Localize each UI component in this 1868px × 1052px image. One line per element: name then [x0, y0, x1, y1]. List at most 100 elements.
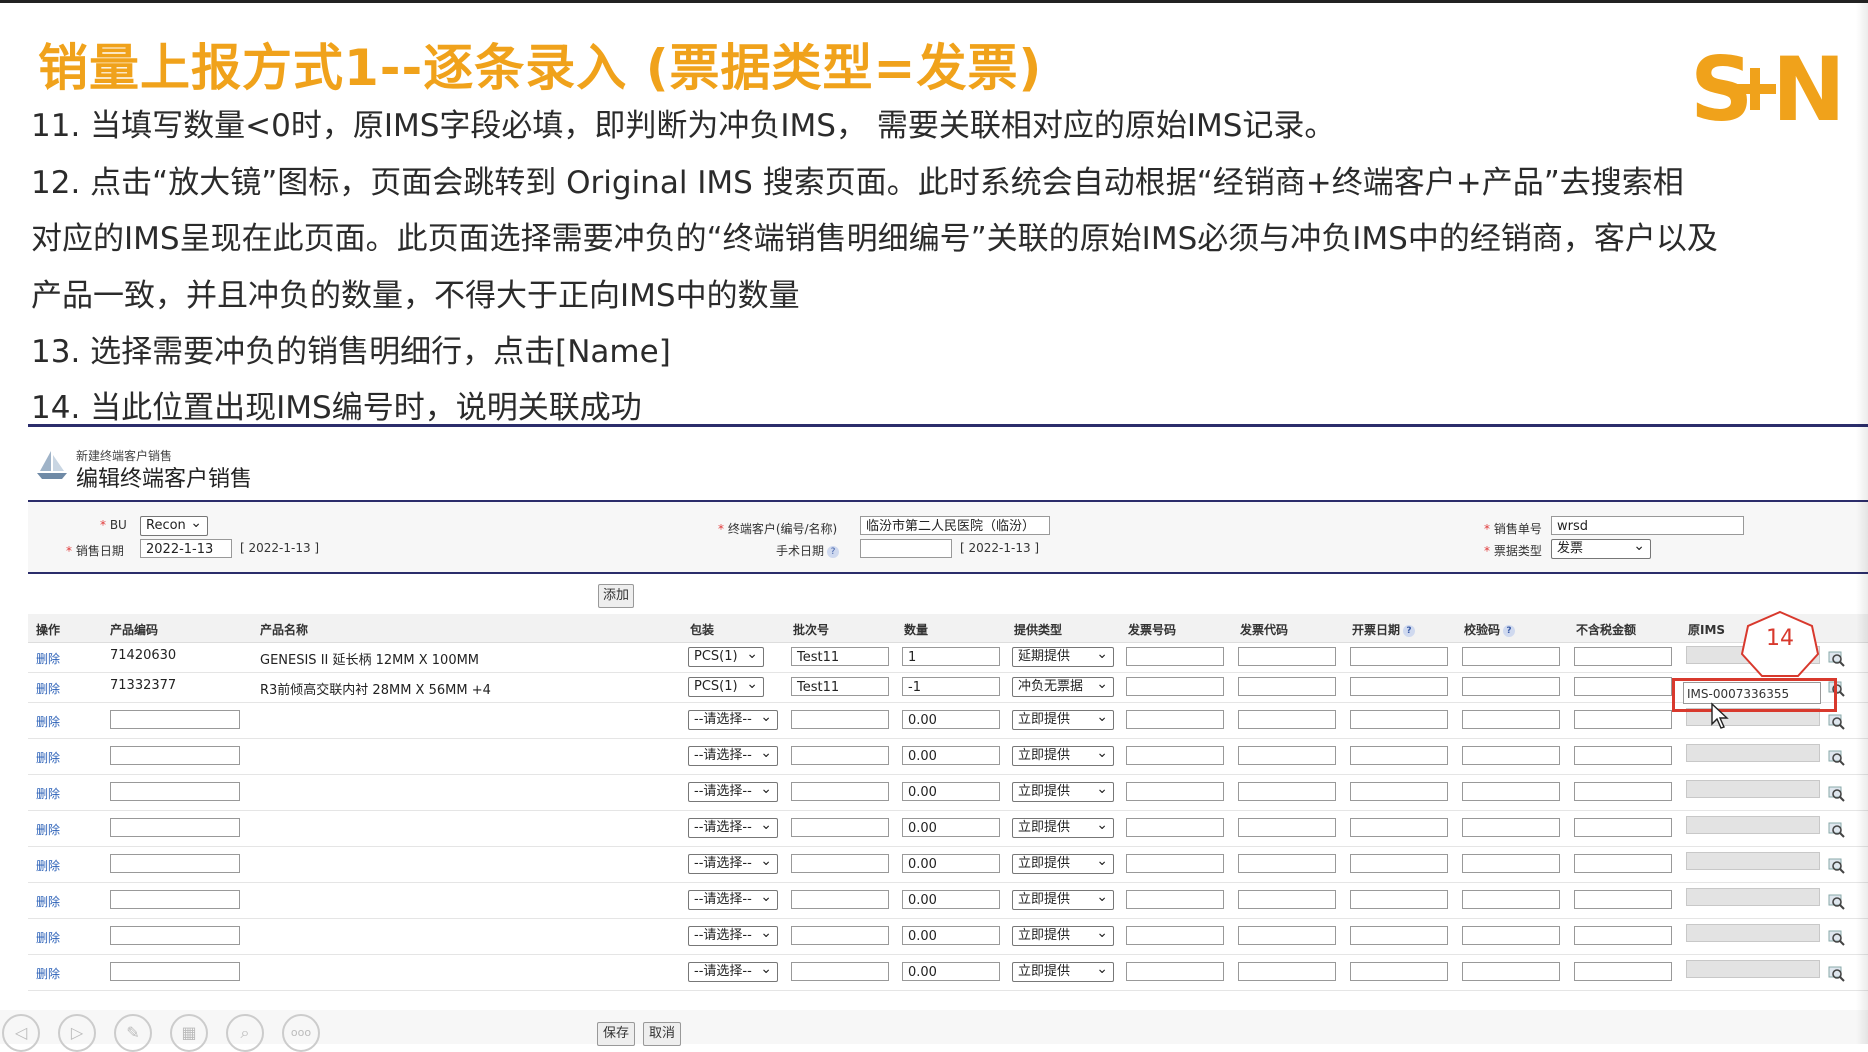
grid-icon[interactable]: ▦ [170, 1014, 208, 1052]
invoice-date-input[interactable] [1350, 647, 1448, 666]
product-code-input[interactable] [110, 710, 240, 729]
delete-link[interactable]: 删除 [36, 650, 60, 667]
check-code-input[interactable] [1462, 746, 1560, 765]
magnifier-icon[interactable] [1828, 650, 1846, 668]
qty-input[interactable]: 0.00 [902, 782, 1000, 801]
invoice-code-input[interactable] [1238, 818, 1336, 837]
bill-type-select[interactable]: 发票 [1551, 539, 1651, 559]
invoice-code-input[interactable] [1238, 926, 1336, 945]
pack-select[interactable]: --请选择-- [688, 782, 778, 802]
pack-select[interactable]: --请选择-- [688, 710, 778, 730]
sale-date-input[interactable]: 2022-1-13 [140, 539, 232, 558]
invoice-code-input[interactable] [1238, 890, 1336, 909]
magnifier-icon[interactable] [1828, 821, 1846, 839]
batch-input[interactable] [791, 782, 889, 801]
bu-select[interactable]: Recon [140, 516, 208, 536]
batch-input[interactable] [791, 890, 889, 909]
check-code-input[interactable] [1462, 890, 1560, 909]
amount-input[interactable] [1574, 962, 1672, 981]
help-icon[interactable]: ? [1503, 624, 1516, 637]
pack-select[interactable]: PCS(1) [688, 647, 764, 667]
invoice-no-input[interactable] [1126, 677, 1224, 696]
amount-input[interactable] [1574, 854, 1672, 873]
supply-select[interactable]: 立即提供 [1012, 746, 1114, 766]
batch-input[interactable]: Test11 [791, 647, 889, 666]
help-icon[interactable]: ? [827, 545, 840, 558]
product-code-input[interactable] [110, 890, 240, 909]
qty-input[interactable]: 0.00 [902, 890, 1000, 909]
check-code-input[interactable] [1462, 710, 1560, 729]
check-code-input[interactable] [1462, 782, 1560, 801]
amount-input[interactable] [1574, 782, 1672, 801]
qty-input[interactable]: 0.00 [902, 746, 1000, 765]
invoice-code-input[interactable] [1238, 710, 1336, 729]
customer-input[interactable]: 临汾市第二人民医院（临汾） [860, 516, 1050, 535]
batch-input[interactable] [791, 926, 889, 945]
check-code-input[interactable] [1462, 818, 1560, 837]
delete-link[interactable]: 删除 [36, 785, 60, 802]
pack-select[interactable]: PCS(1) [688, 677, 764, 697]
batch-input[interactable] [791, 710, 889, 729]
invoice-date-input[interactable] [1350, 746, 1448, 765]
pack-select[interactable]: --请选择-- [688, 962, 778, 982]
check-code-input[interactable] [1462, 926, 1560, 945]
delete-link[interactable]: 删除 [36, 749, 60, 766]
sale-no-input[interactable]: wrsd [1551, 516, 1744, 535]
save-button[interactable]: 保存 [597, 1022, 635, 1046]
invoice-date-input[interactable] [1350, 782, 1448, 801]
supply-select[interactable]: 立即提供 [1012, 818, 1114, 838]
amount-input[interactable] [1574, 710, 1672, 729]
qty-input[interactable]: 1 [902, 647, 1000, 666]
delete-link[interactable]: 删除 [36, 821, 60, 838]
amount-input[interactable] [1574, 677, 1672, 696]
pack-select[interactable]: --请选择-- [688, 926, 778, 946]
invoice-code-input[interactable] [1238, 647, 1336, 666]
add-row-button[interactable]: 添加 [598, 584, 634, 608]
magnifier-icon[interactable] [1828, 965, 1846, 983]
invoice-date-input[interactable] [1350, 854, 1448, 873]
supply-select[interactable]: 冲负无票据 [1012, 677, 1114, 697]
invoice-date-input[interactable] [1350, 926, 1448, 945]
product-code-input[interactable] [110, 854, 240, 873]
invoice-no-input[interactable] [1126, 647, 1224, 666]
invoice-no-input[interactable] [1126, 746, 1224, 765]
magnifier-icon[interactable] [1828, 713, 1846, 731]
magnifier-icon[interactable] [1828, 929, 1846, 947]
supply-select[interactable]: 立即提供 [1012, 710, 1114, 730]
product-code-input[interactable] [110, 746, 240, 765]
qty-input[interactable]: 0.00 [902, 710, 1000, 729]
product-code-input[interactable] [110, 782, 240, 801]
pack-select[interactable]: --请选择-- [688, 818, 778, 838]
supply-select[interactable]: 立即提供 [1012, 782, 1114, 802]
magnifier-icon[interactable] [1828, 857, 1846, 875]
invoice-code-input[interactable] [1238, 962, 1336, 981]
product-code-input[interactable] [110, 818, 240, 837]
magnifier-icon[interactable] [1828, 893, 1846, 911]
zoom-icon[interactable]: ⌕ [226, 1014, 264, 1052]
supply-select[interactable]: 延期提供 [1012, 647, 1114, 667]
invoice-no-input[interactable] [1126, 710, 1224, 729]
invoice-date-input[interactable] [1350, 962, 1448, 981]
play-icon[interactable]: ▷ [58, 1014, 96, 1052]
supply-select[interactable]: 立即提供 [1012, 962, 1114, 982]
invoice-no-input[interactable] [1126, 854, 1224, 873]
pack-select[interactable]: --请选择-- [688, 890, 778, 910]
surgery-date-input[interactable] [860, 539, 952, 558]
batch-input[interactable] [791, 854, 889, 873]
supply-select[interactable]: 立即提供 [1012, 854, 1114, 874]
batch-input[interactable] [791, 746, 889, 765]
check-code-input[interactable] [1462, 962, 1560, 981]
cancel-button[interactable]: 取消 [643, 1022, 681, 1046]
check-code-input[interactable] [1462, 677, 1560, 696]
delete-link[interactable]: 删除 [36, 680, 60, 697]
invoice-date-input[interactable] [1350, 677, 1448, 696]
pack-select[interactable]: --请选择-- [688, 854, 778, 874]
pack-select[interactable]: --请选择-- [688, 746, 778, 766]
magnifier-icon[interactable] [1828, 785, 1846, 803]
amount-input[interactable] [1574, 926, 1672, 945]
product-code-input[interactable] [110, 962, 240, 981]
invoice-date-input[interactable] [1350, 818, 1448, 837]
batch-input[interactable]: Test11 [791, 677, 889, 696]
delete-link[interactable]: 删除 [36, 929, 60, 946]
amount-input[interactable] [1574, 890, 1672, 909]
